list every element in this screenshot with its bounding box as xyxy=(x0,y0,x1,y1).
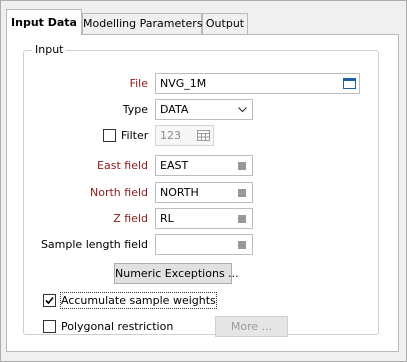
z-field-label: Z field xyxy=(113,212,148,225)
checkmark-icon xyxy=(45,296,54,305)
z-field-value: RL xyxy=(160,212,174,225)
polygonal-checkbox[interactable] xyxy=(43,320,56,333)
filter-browse-icon[interactable] xyxy=(196,126,210,145)
list-icon[interactable] xyxy=(235,209,249,228)
list-icon[interactable] xyxy=(235,235,249,254)
more-button[interactable]: More ... xyxy=(215,316,288,337)
file-browse-icon[interactable] xyxy=(342,74,356,93)
type-select[interactable]: DATA xyxy=(155,99,253,120)
file-input[interactable]: NVG_1M xyxy=(155,73,360,94)
type-value: DATA xyxy=(160,103,189,116)
filter-value: 123 xyxy=(160,129,181,142)
east-field-value: EAST xyxy=(160,159,189,172)
z-field-input[interactable]: RL xyxy=(155,208,253,229)
input-groupbox: Input File NVG_1M Type DATA Filter 123 E… xyxy=(23,43,379,337)
tab-modelling-parameters[interactable]: Modelling Parameters xyxy=(82,13,203,34)
group-title: Input xyxy=(32,43,67,57)
filter-label: Filter xyxy=(121,129,149,142)
tab-input-data[interactable]: Input Data xyxy=(6,9,82,35)
accumulate-label[interactable]: Accumulate sample weights xyxy=(60,292,217,309)
sample-length-label: Sample length field xyxy=(40,238,148,251)
north-field-label: North field xyxy=(90,186,148,199)
north-field-value: NORTH xyxy=(160,186,199,199)
chevron-down-icon xyxy=(235,100,249,119)
polygonal-label: Polygonal restriction xyxy=(61,320,174,333)
filter-checkbox[interactable] xyxy=(103,129,116,142)
type-label: Type xyxy=(122,103,148,116)
tab-panel-input-data: Input File NVG_1M Type DATA Filter 123 E… xyxy=(6,34,399,352)
accumulate-checkbox[interactable] xyxy=(43,294,56,307)
tab-output[interactable]: Output xyxy=(202,13,248,34)
file-value: NVG_1M xyxy=(160,77,207,90)
north-field-input[interactable]: NORTH xyxy=(155,182,253,203)
list-icon[interactable] xyxy=(235,183,249,202)
filter-input[interactable]: 123 xyxy=(155,125,214,146)
sample-length-input[interactable] xyxy=(155,234,253,255)
numeric-exceptions-button[interactable]: Numeric Exceptions ... xyxy=(114,263,239,284)
file-label: File xyxy=(129,77,148,90)
list-icon[interactable] xyxy=(235,156,249,175)
east-field-label: East field xyxy=(97,159,148,172)
east-field-input[interactable]: EAST xyxy=(155,155,253,176)
